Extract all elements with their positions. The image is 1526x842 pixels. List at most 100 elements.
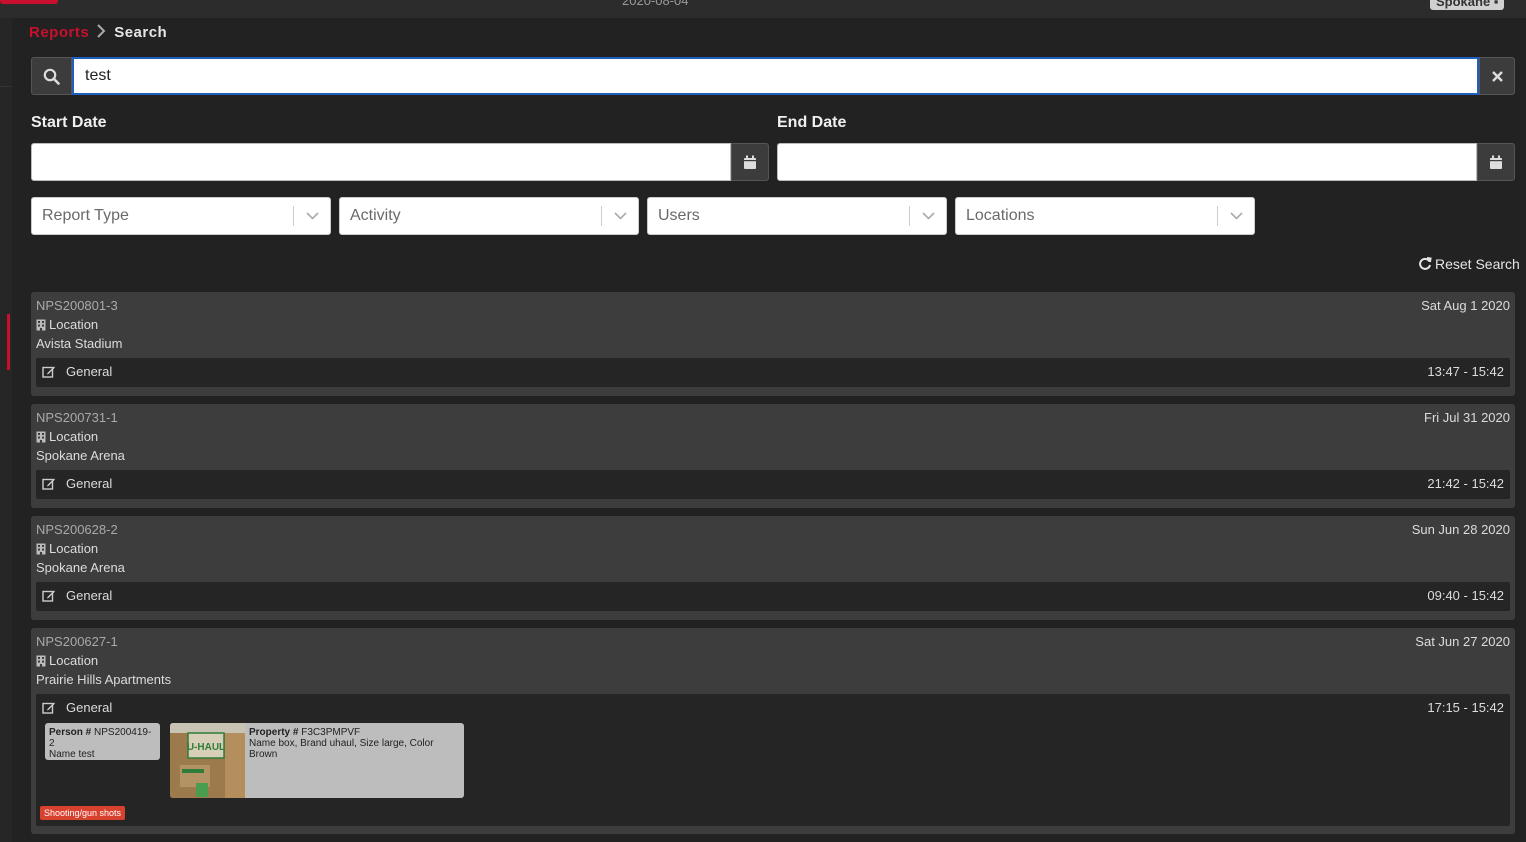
building-icon [36, 319, 46, 331]
activity-placeholder: Activity [350, 207, 401, 224]
report-location: Spokane Arena [36, 560, 125, 575]
app-logo[interactable] [0, 0, 58, 4]
activity-row[interactable]: General 13:47 - 15:42 [36, 358, 1510, 387]
start-date-input[interactable] [31, 143, 731, 181]
property-chip[interactable]: U-HAUL Property # F3C3PMPVF Name box, Br… [170, 723, 464, 798]
close-icon [1491, 70, 1503, 82]
person-name: test [78, 749, 95, 760]
report-type: Location [36, 429, 98, 444]
start-date-field [31, 143, 769, 181]
report-location: Prairie Hills Apartments [36, 672, 172, 687]
report-card[interactable]: NPS200628-2 Sun Jun 28 2020 Location Spo… [31, 516, 1515, 620]
activity-time: 17:15 - 15:42 [1427, 700, 1504, 715]
start-date-calendar-button[interactable] [731, 143, 769, 181]
person-name-line: Name test [49, 749, 156, 760]
chevron-down-icon[interactable] [1218, 212, 1254, 220]
person-chip[interactable]: Person # NPS200419-2 Name test [45, 723, 160, 760]
users-select[interactable]: Users [647, 197, 947, 235]
report-type: Location [36, 653, 98, 668]
chevron-right-icon [97, 24, 106, 41]
search-input[interactable] [72, 57, 1479, 95]
left-rail [0, 18, 12, 842]
property-number-line: Property # F3C3PMPVF [249, 727, 460, 738]
activity-info: General [42, 476, 112, 491]
report-id[interactable]: NPS200628-2 [36, 522, 118, 537]
report-location: Spokane Arena [36, 448, 125, 463]
calendar-icon [744, 155, 756, 169]
reset-search-button[interactable]: Reset Search [1418, 256, 1520, 272]
edit-icon [42, 366, 55, 378]
rail-active-marker [7, 314, 10, 370]
report-type-label: Location [49, 317, 99, 332]
clear-search-button[interactable] [1479, 57, 1515, 95]
property-thumbnail-logo: U-HAUL [187, 742, 225, 753]
activity-row[interactable]: General 17:15 - 15:42 Person # NPS200419… [36, 694, 1510, 826]
property-details: Name box, Brand uhaul, Size large, Color… [249, 738, 434, 760]
report-type: Location [36, 317, 98, 332]
start-date-label: Start Date [31, 114, 107, 131]
rail-divider [0, 86, 12, 87]
report-id[interactable]: NPS200801-3 [36, 298, 118, 313]
report-date: Sat Jun 27 2020 [1415, 634, 1510, 649]
locations-placeholder: Locations [966, 207, 1035, 224]
report-date: Fri Jul 31 2020 [1424, 410, 1510, 425]
activity-label: General [66, 588, 113, 603]
building-icon [36, 543, 46, 555]
breadcrumb: Reports Search [29, 24, 167, 41]
building-icon [36, 431, 46, 443]
end-date-label: End Date [777, 114, 847, 131]
report-type-select[interactable]: Report Type [31, 197, 331, 235]
current-date: 2020-08-04 [622, 0, 689, 8]
activity-time: 21:42 - 15:42 [1427, 476, 1504, 491]
person-number-label: Person # [49, 727, 92, 738]
activity-label: General [66, 700, 113, 715]
edit-icon [42, 702, 55, 714]
property-number: F3C3PMPVF [301, 727, 361, 738]
top-bar: 2020-08-04 Spokane ▪ [0, 0, 1526, 18]
report-id[interactable]: NPS200627-1 [36, 634, 118, 649]
property-info: Property # F3C3PMPVF Name box, Brand uha… [245, 723, 464, 798]
activity-info: General [42, 364, 112, 379]
report-card[interactable]: NPS200801-3 Sat Aug 1 2020 Location Avis… [31, 292, 1515, 396]
search-icon[interactable] [31, 57, 72, 95]
locations-select[interactable]: Locations [955, 197, 1255, 235]
refresh-icon [1419, 257, 1432, 270]
city-selector[interactable]: Spokane ▪ [1430, 0, 1505, 10]
breadcrumb-reports-link[interactable]: Reports [29, 24, 89, 41]
activity-info: General [42, 588, 112, 603]
person-number-line: Person # NPS200419-2 [49, 727, 156, 749]
calendar-icon [1490, 155, 1502, 169]
report-card[interactable]: NPS200627-1 Sat Jun 27 2020 Location Pra… [31, 628, 1515, 834]
activity-time: 09:40 - 15:42 [1427, 588, 1504, 603]
activity-label: General [66, 476, 113, 491]
users-placeholder: Users [658, 207, 700, 224]
activity-label: General [66, 364, 113, 379]
building-icon [36, 655, 46, 667]
report-type-label: Location [49, 429, 99, 444]
report-id[interactable]: NPS200731-1 [36, 410, 118, 425]
edit-icon [42, 590, 55, 602]
activity-time: 13:47 - 15:42 [1427, 364, 1504, 379]
end-date-field [777, 143, 1515, 181]
breadcrumb-current: Search [114, 24, 168, 41]
incident-tag[interactable]: Shooting/gun shots [40, 806, 126, 820]
edit-icon [42, 478, 55, 490]
report-location: Avista Stadium [36, 336, 123, 351]
end-date-input[interactable] [777, 143, 1477, 181]
activity-select[interactable]: Activity [339, 197, 639, 235]
activity-info: General [42, 700, 112, 715]
chevron-down-icon[interactable] [294, 212, 330, 220]
property-thumbnail[interactable]: U-HAUL [170, 723, 245, 798]
chevron-down-icon[interactable] [910, 212, 946, 220]
report-type-label: Location [49, 541, 99, 556]
report-card[interactable]: NPS200731-1 Fri Jul 31 2020 Location Spo… [31, 404, 1515, 508]
activity-row[interactable]: General 09:40 - 15:42 [36, 582, 1510, 611]
chevron-down-icon[interactable] [602, 212, 638, 220]
report-type-label: Location [49, 653, 99, 668]
end-date-calendar-button[interactable] [1477, 143, 1515, 181]
city-label: Spokane [1436, 0, 1491, 9]
report-date: Sun Jun 28 2020 [1411, 522, 1510, 537]
property-number-label: Property # [249, 727, 299, 738]
report-type-placeholder: Report Type [42, 207, 129, 224]
activity-row[interactable]: General 21:42 - 15:42 [36, 470, 1510, 499]
